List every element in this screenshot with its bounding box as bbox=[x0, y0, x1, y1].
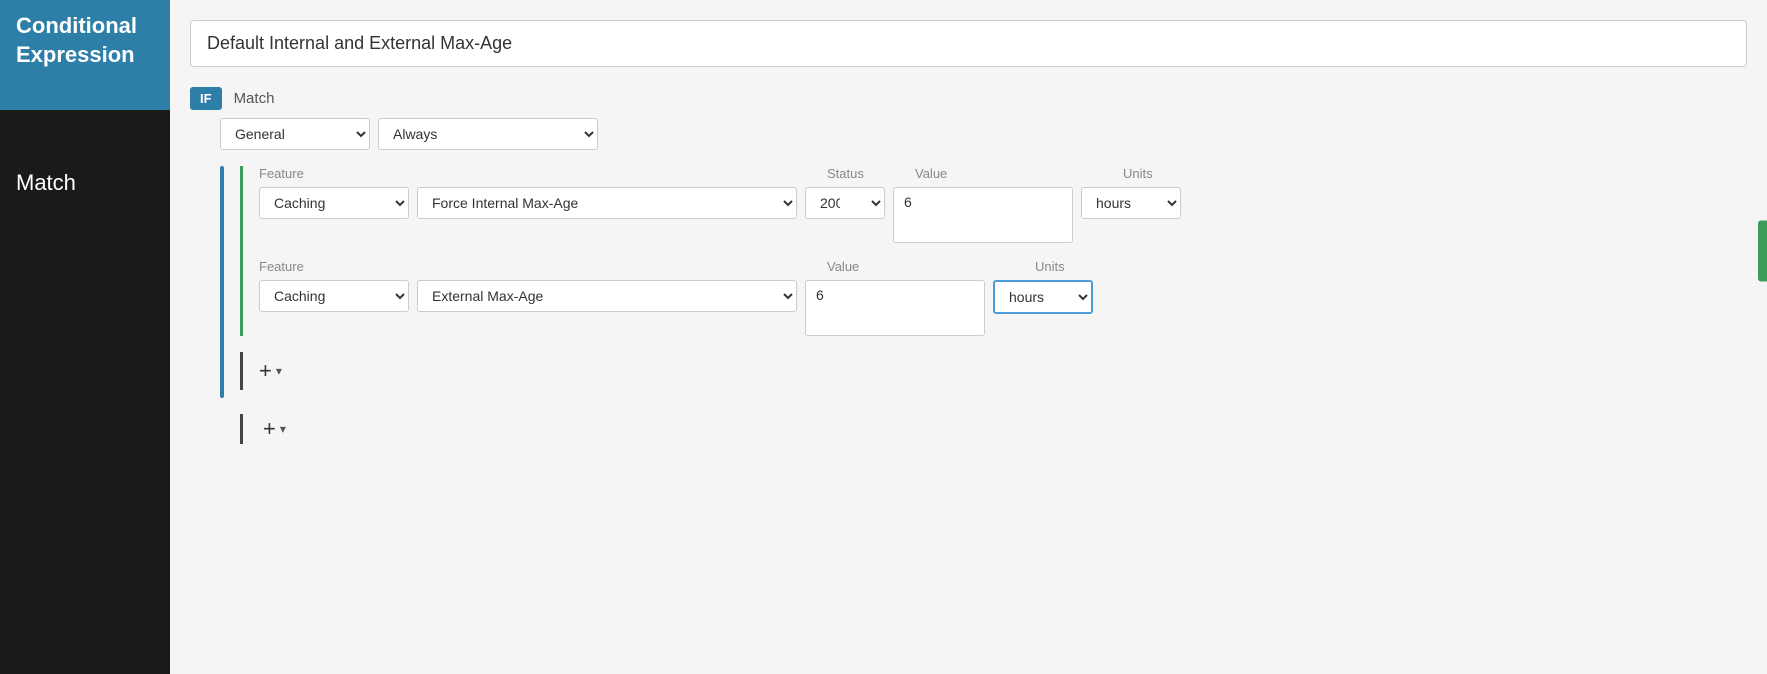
caching-select-1[interactable]: Caching bbox=[259, 187, 409, 219]
feature-select-1[interactable]: Force Internal Max-Age bbox=[417, 187, 797, 219]
units-select-1[interactable]: hours bbox=[1081, 187, 1181, 219]
feature-select-2[interactable]: External Max-Age bbox=[417, 280, 797, 312]
add-feature-caret[interactable]: ▾ bbox=[276, 364, 282, 378]
status-label-1: Status bbox=[827, 166, 907, 181]
value-label-1: Value bbox=[915, 166, 1115, 181]
value-textarea-2[interactable]: 6 bbox=[805, 280, 985, 336]
status-select-1[interactable]: 200 bbox=[805, 187, 885, 219]
if-badge: IF bbox=[190, 87, 222, 110]
if-match-text: Match bbox=[234, 90, 275, 107]
general-select[interactable]: General bbox=[220, 118, 370, 150]
rule-title-input[interactable] bbox=[190, 20, 1747, 67]
feature-row-2: Feature Value Units Caching External Max… bbox=[259, 259, 1747, 336]
value-label-2: Value bbox=[827, 259, 1027, 274]
units-label-2: Units bbox=[1035, 259, 1155, 274]
value-textarea-1[interactable]: 6 bbox=[893, 187, 1073, 243]
feature-row-1: Feature Status Value Units Caching Force… bbox=[259, 166, 1747, 243]
conditional-expression-label: Conditional Expression bbox=[0, 0, 170, 110]
features-side-label: Features bbox=[1758, 221, 1767, 282]
match-label: Match bbox=[0, 110, 170, 212]
units-label-1: Units bbox=[1123, 166, 1243, 181]
caching-select-2[interactable]: Caching bbox=[259, 280, 409, 312]
feature-label-1: Feature bbox=[259, 166, 819, 181]
always-select[interactable]: Always bbox=[378, 118, 598, 150]
feature-label-2: Feature bbox=[259, 259, 819, 274]
add-rule-button[interactable]: + bbox=[263, 418, 276, 440]
add-rule-caret[interactable]: ▾ bbox=[280, 422, 286, 436]
add-feature-button[interactable]: + bbox=[259, 360, 272, 382]
units-select-2[interactable]: hours bbox=[993, 280, 1093, 314]
